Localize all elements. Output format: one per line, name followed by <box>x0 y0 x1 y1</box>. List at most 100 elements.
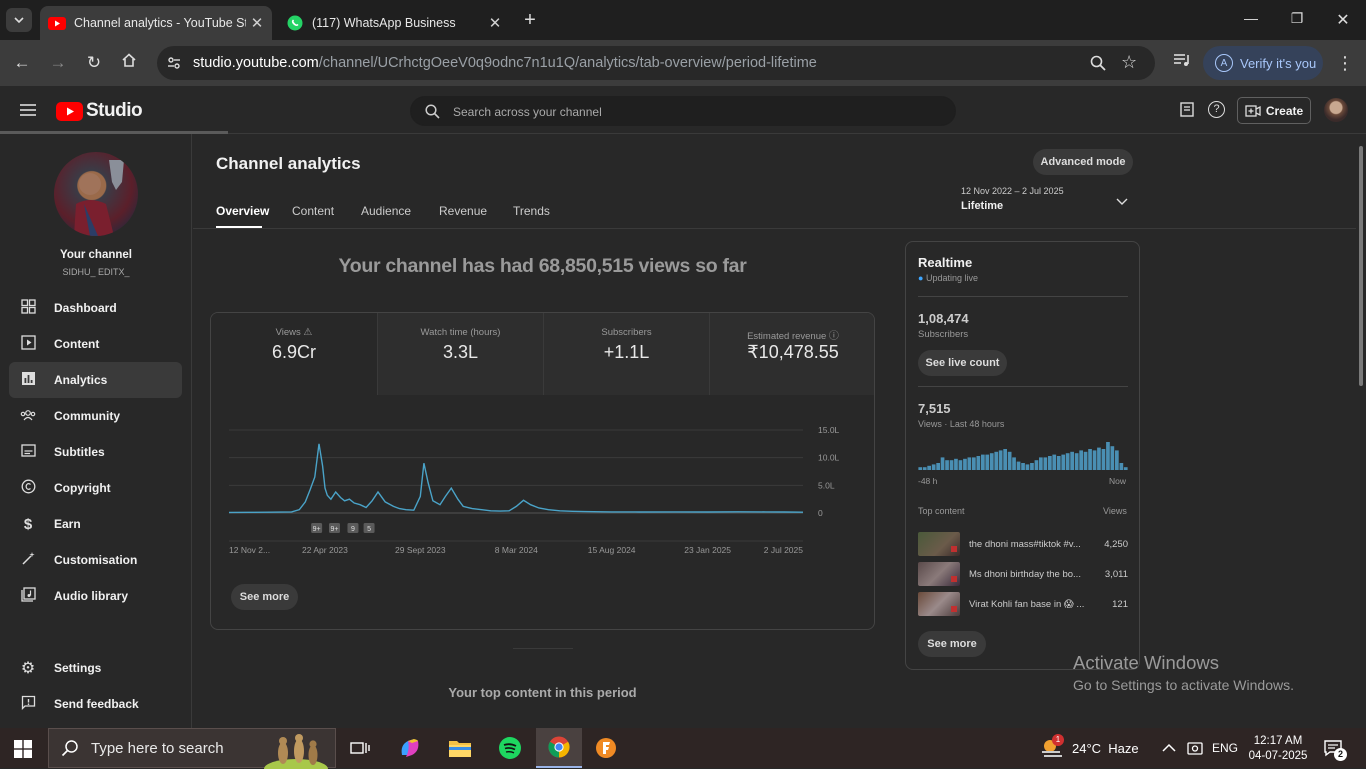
verify-identity-button[interactable]: A Verify it's you <box>1203 46 1323 80</box>
metric-label: Estimated revenue ⓘ <box>747 331 839 342</box>
zoom-icon[interactable] <box>1089 54 1107 77</box>
sidebar-item-send-feedback[interactable]: Send feedback <box>9 686 182 722</box>
studio-logo-text: Studio <box>86 100 143 121</box>
more-menu-icon[interactable]: ⋮ <box>1333 51 1357 75</box>
account-avatar[interactable] <box>1324 98 1348 122</box>
sidebar-item-earn[interactable]: $ Earn <box>9 506 182 542</box>
chevron-down-icon <box>14 17 24 24</box>
top-content-row[interactable]: Ms dhoni birthday the bo... 3,011 <box>918 562 1128 587</box>
sidebar: Your channel SIDHU_ EDITX_ Dashboard Con… <box>0 134 192 728</box>
sidebar-item-content[interactable]: Content <box>9 326 182 362</box>
metric-label: Subscribers <box>601 327 652 338</box>
realtime-bar <box>994 451 999 470</box>
site-info-icon[interactable] <box>166 55 182 76</box>
realtime-bar <box>936 463 940 470</box>
see-live-count-button[interactable]: See live count <box>918 350 1007 376</box>
clock-date: 04-07-2025 <box>1248 749 1308 762</box>
video-views: 4,250 <box>1104 539 1128 550</box>
back-icon[interactable]: ← <box>10 51 34 75</box>
browser-tab-whatsapp[interactable]: (117) WhatsApp Business ✕ <box>278 6 510 40</box>
sidebar-item-analytics[interactable]: Analytics <box>9 362 182 398</box>
tab-overview[interactable]: Overview <box>216 204 269 218</box>
studio-logo[interactable]: Studio <box>56 100 143 122</box>
fl-studio-icon[interactable] <box>586 732 626 764</box>
metric-views[interactable]: Views ⚠ 6.9Cr <box>211 313 377 395</box>
close-window-icon[interactable]: ✕ <box>1332 10 1354 30</box>
tab-search-button[interactable] <box>6 8 32 32</box>
create-button[interactable]: Create <box>1237 97 1311 124</box>
tab-revenue[interactable]: Revenue <box>439 204 487 218</box>
metric-label: Watch time (hours) <box>420 327 501 338</box>
sidebar-item-copyright[interactable]: Copyright <box>9 470 182 506</box>
page-scrollbar[interactable] <box>1356 134 1366 728</box>
show-hidden-icons-chevron-up-icon[interactable] <box>1162 728 1176 768</box>
browser-tab-youtube-studio[interactable]: Channel analytics - YouTube Studio ✕ <box>40 6 272 40</box>
trophy-photo-icon <box>74 160 124 236</box>
period-selector[interactable]: 12 Nov 2022 – 2 Jul 2025 Lifetime <box>961 186 1141 218</box>
taskbar-clock[interactable]: 12:17 AM 04-07-2025 <box>1246 728 1310 768</box>
top-content-row[interactable]: Virat Kohli fan base in 😱 ... 121 <box>918 592 1128 617</box>
bookmark-star-icon[interactable]: ☆ <box>1121 52 1137 73</box>
file-explorer-icon[interactable] <box>440 732 480 764</box>
chrome-taskbar-icon[interactable] <box>536 728 582 768</box>
tab-audience[interactable]: Audience <box>361 204 411 218</box>
earn-icon: $ <box>23 515 33 533</box>
realtime-status: ● Updating live <box>918 273 978 283</box>
media-controls-icon[interactable] <box>1170 51 1194 75</box>
tab-title: (117) WhatsApp Business <box>312 16 456 30</box>
new-tab-button[interactable]: + <box>519 10 541 32</box>
reload-icon[interactable]: ↻ <box>82 51 106 75</box>
channel-search-input[interactable]: Search across your channel <box>410 96 956 126</box>
scrollbar-thumb[interactable] <box>1359 146 1363 386</box>
y-tick-label: 0 <box>818 508 823 518</box>
weather-widget[interactable]: 1 24°C Haze <box>1040 728 1139 768</box>
realtime-see-more-button[interactable]: See more <box>918 631 986 657</box>
video-title: Ms dhoni birthday the bo... <box>969 569 1081 580</box>
notification-center-icon[interactable]: 2 <box>1324 728 1347 768</box>
metric-estimated-revenue[interactable]: Estimated revenue ⓘ ₹10,478.55 <box>709 313 874 395</box>
sidebar-item-label: Settings <box>54 661 102 675</box>
sidebar-item-label: Analytics <box>54 373 108 387</box>
realtime-bar <box>931 464 936 470</box>
realtime-axis-left: -48 h <box>918 476 938 486</box>
sidebar-item-audio-library[interactable]: Audio library <box>9 578 182 614</box>
windows-start-icon[interactable] <box>14 740 32 763</box>
task-view-icon[interactable] <box>340 732 380 764</box>
hamburger-menu-icon[interactable] <box>19 103 37 122</box>
content-icon <box>18 335 38 353</box>
channel-avatar[interactable] <box>54 152 138 236</box>
forward-icon[interactable]: → <box>46 51 70 75</box>
warning-icon: ⚠ <box>303 327 313 338</box>
tab-content[interactable]: Content <box>292 204 334 218</box>
video-views: 121 <box>1112 599 1128 610</box>
restore-icon[interactable]: ❐ <box>1286 10 1308 30</box>
divider <box>918 296 1128 297</box>
help-icon[interactable]: ? <box>1208 101 1225 118</box>
metric-subscribers[interactable]: Subscribers +1.1L <box>543 313 709 395</box>
sidebar-item-dashboard[interactable]: Dashboard <box>9 290 182 326</box>
sidebar-item-community[interactable]: Community <box>9 398 182 434</box>
meet-now-icon[interactable] <box>1187 728 1203 768</box>
taskbar-search-input[interactable]: Type here to search <box>48 728 336 769</box>
sidebar-item-settings[interactable]: ⚙ Settings <box>9 650 182 686</box>
sidebar-item-subtitles[interactable]: Subtitles <box>9 434 182 470</box>
audio-library-icon <box>18 587 38 605</box>
see-more-button[interactable]: See more <box>231 584 298 610</box>
metric-watch-time[interactable]: Watch time (hours) 3.3L <box>377 313 543 395</box>
close-tab-icon[interactable]: ✕ <box>246 14 268 32</box>
sidebar-item-customisation[interactable]: Customisation <box>9 542 182 578</box>
language-indicator[interactable]: ENG <box>1212 728 1238 768</box>
copilot-icon[interactable] <box>390 732 430 764</box>
subtitles-notes-icon[interactable] <box>1180 102 1195 122</box>
minimize-icon[interactable]: — <box>1240 10 1262 30</box>
address-bar[interactable]: studio.youtube.com/channel/UCrhctgOeeV0q… <box>157 46 1155 80</box>
advanced-mode-button[interactable]: Advanced mode <box>1033 149 1133 175</box>
create-label: Create <box>1265 103 1304 118</box>
tab-trends[interactable]: Trends <box>513 204 550 218</box>
spotify-icon[interactable] <box>490 732 530 764</box>
realtime-card: Realtime ● Updating live 1,08,474 Subscr… <box>905 241 1140 670</box>
top-content-row[interactable]: the dhoni mass#tiktok #v... 4,250 <box>918 532 1128 557</box>
close-tab-icon[interactable]: ✕ <box>484 14 506 32</box>
home-icon[interactable] <box>117 51 141 75</box>
your-channel-label[interactable]: Your channel <box>0 249 192 261</box>
